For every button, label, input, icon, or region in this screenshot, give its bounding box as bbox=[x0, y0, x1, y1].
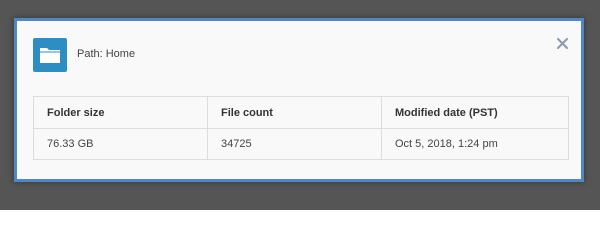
file-count-value: 34725 bbox=[207, 128, 382, 160]
folder-info-dialog: Path: Home Folder size File count Modifi… bbox=[14, 18, 584, 182]
folder-icon bbox=[33, 38, 67, 72]
table-row: 76.33 GB 34725 Oct 5, 2018, 1:24 pm bbox=[33, 128, 569, 160]
column-header-folder-size: Folder size bbox=[33, 96, 208, 129]
column-header-modified-date: Modified date (PST) bbox=[381, 96, 569, 129]
modified-date-value: Oct 5, 2018, 1:24 pm bbox=[381, 128, 569, 160]
folder-info-table: Folder size File count Modified date (PS… bbox=[33, 96, 569, 160]
folder-size-value: 76.33 GB bbox=[33, 128, 208, 160]
close-icon bbox=[556, 37, 568, 49]
close-button[interactable] bbox=[554, 35, 570, 51]
path-label: Path: Home bbox=[77, 48, 136, 60]
table-header-row: Folder size File count Modified date (PS… bbox=[33, 96, 569, 129]
column-header-file-count: File count bbox=[207, 96, 382, 129]
